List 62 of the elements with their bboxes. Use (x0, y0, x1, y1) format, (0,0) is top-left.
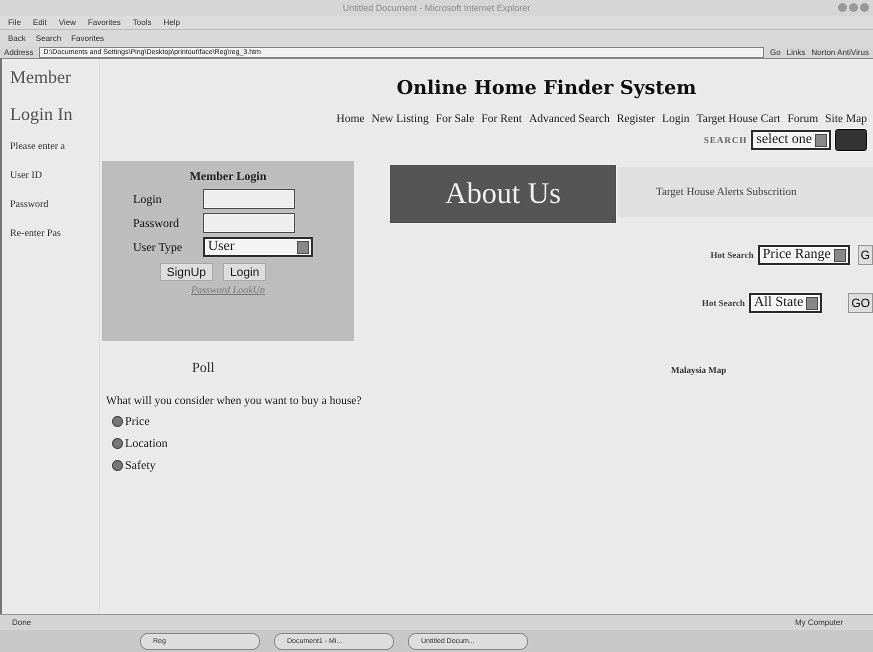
menu-item[interactable]: View (58, 18, 76, 27)
panel-title: Member Login (190, 169, 266, 184)
alerts-link[interactable]: Target House Alerts Subscrition (656, 186, 796, 198)
nav-link[interactable]: Home (336, 113, 365, 125)
sidebar-label: User ID (10, 170, 43, 181)
minimize-button[interactable] (838, 3, 847, 12)
nav-link[interactable]: For Sale (436, 113, 474, 125)
menu-item[interactable]: Favorites (88, 18, 121, 27)
nav-link[interactable]: Site Map (825, 113, 867, 125)
hot-search-label: Hot Search (710, 250, 754, 260)
sidebar-label: Password (10, 199, 50, 210)
nav-link[interactable]: New Listing (372, 113, 429, 125)
search-select[interactable]: select one (751, 130, 831, 150)
login-field[interactable] (203, 189, 295, 209)
sidebar-heading: Member (10, 67, 72, 88)
nav-link[interactable]: Forum (787, 113, 818, 125)
form-button[interactable]: SignUp (160, 263, 213, 281)
nav-link[interactable]: For Rent (481, 113, 522, 125)
favorites-button[interactable]: Favorites (71, 34, 104, 42)
back-button[interactable]: Back (8, 34, 26, 42)
field-label: Login (133, 192, 163, 206)
sidebar-label: Re-enter Pas (10, 228, 62, 239)
form-button[interactable]: Login (222, 263, 266, 281)
poll-option[interactable]: Safety (112, 458, 360, 473)
maximize-button[interactable] (849, 3, 858, 12)
links-button[interactable]: Links (786, 48, 806, 56)
sidebar-heading: Login In (10, 104, 74, 125)
menu-item[interactable]: Tools (132, 18, 152, 27)
norton-button[interactable]: Norton AntiVirus (811, 48, 869, 56)
site-title: Online Home Finder System (396, 77, 696, 99)
field-label: Password (133, 216, 180, 230)
field-label: User Type (133, 240, 184, 254)
poll-question: What will you consider when you want to buy a house? (106, 395, 360, 407)
hot-search-select[interactable]: All State (748, 293, 822, 313)
address-label: Address (4, 48, 34, 56)
hot-search-select[interactable]: Price Range (758, 245, 850, 265)
menu-item[interactable]: Help (163, 18, 180, 27)
status-text: Done (12, 618, 32, 627)
zone-text: My Computer (794, 618, 843, 627)
nav-link[interactable]: Target House Cart (696, 113, 780, 125)
about-banner[interactable]: About Us (390, 165, 616, 223)
user-type-select[interactable]: User (203, 237, 313, 257)
close-button[interactable] (860, 3, 869, 12)
search-label: SEARCH (704, 135, 748, 145)
poll-option[interactable]: Price (112, 414, 360, 429)
search-button[interactable] (835, 129, 867, 151)
search-button[interactable]: Search (36, 34, 62, 42)
go-button[interactable]: G (858, 245, 873, 265)
nav-link[interactable]: Login (662, 113, 690, 125)
poll-title: Poll (192, 361, 216, 377)
go-button[interactable]: Go (770, 48, 781, 56)
poll-option[interactable]: Location (112, 436, 360, 451)
map-label: Malaysia Map (671, 365, 726, 375)
window-title: Untitled Document - Microsoft Internet Explorer (342, 3, 530, 13)
go-button[interactable]: GO (848, 293, 873, 313)
sidebar-label: Please enter a (10, 141, 66, 152)
menu-item[interactable]: Edit (32, 18, 47, 27)
password-field[interactable] (203, 213, 295, 233)
hot-search-label: Hot Search (702, 298, 745, 308)
nav-link[interactable]: Register (616, 113, 656, 125)
nav-link[interactable]: Advanced Search (528, 113, 610, 125)
menu-item[interactable]: File (8, 18, 21, 27)
